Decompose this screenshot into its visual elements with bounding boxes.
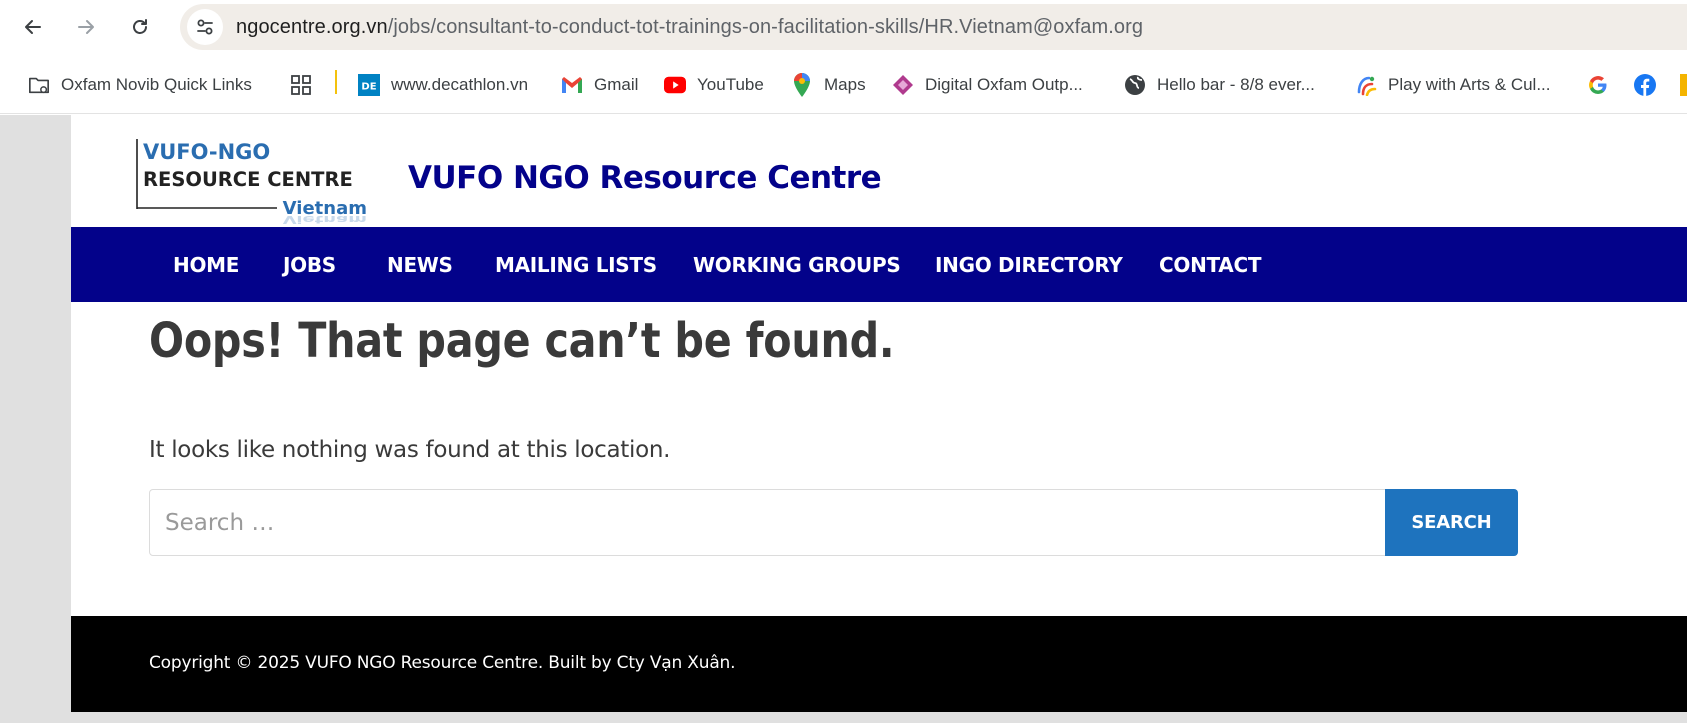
url-host: ngocentre.org.vn — [236, 15, 388, 38]
folder-icon — [28, 74, 50, 96]
arrow-right-icon — [78, 20, 94, 34]
reload-icon — [133, 19, 147, 34]
nav-home[interactable]: HOME — [173, 253, 239, 277]
bookmarks-bar: Oxfam Novib Quick Links DE www.decathlon… — [0, 57, 1687, 114]
not-found-message: It looks like nothing was found at this … — [149, 437, 671, 463]
bookmark-decathlon[interactable]: DE www.decathlon.vn — [358, 70, 528, 100]
site-footer: Copyright © 2025 VUFO NGO Resource Centr… — [71, 616, 1687, 712]
svg-text:DE: DE — [361, 82, 376, 93]
main-navigation: HOME JOBS NEWS MAILING LISTS WORKING GRO… — [71, 227, 1687, 302]
search-button[interactable]: SEARCH — [1385, 489, 1518, 556]
power-apps-icon — [892, 74, 914, 96]
bookmark-hello-bar[interactable]: Hello bar - 8/8 ever... — [1124, 70, 1315, 100]
google-icon — [1587, 74, 1609, 96]
bookmark-apps[interactable] — [290, 70, 323, 100]
bookmark-arts-culture[interactable]: Play with Arts & Cul... — [1355, 70, 1551, 100]
bookmark-label: www.decathlon.vn — [391, 75, 529, 94]
maps-icon — [791, 73, 813, 97]
bookmark-label: Play with Arts & Cul... — [1388, 75, 1551, 94]
tune-icon — [197, 19, 213, 35]
url-path: /jobs/consultant-to-conduct-tot-training… — [387, 15, 1144, 38]
reload-button[interactable] — [121, 8, 159, 46]
bookmark-youtube[interactable]: YouTube — [664, 70, 764, 100]
logo-line-2: RESOURCE CENTRE — [143, 168, 353, 191]
nav-ingo-directory[interactable]: INGO DIRECTORY — [935, 253, 1123, 277]
bookmark-label: Oxfam Novib Quick Links — [61, 75, 252, 94]
bookmark-label: Maps — [824, 75, 866, 94]
copyright-text: Copyright © 2025 VUFO NGO Resource Centr… — [149, 653, 736, 673]
facebook-icon — [1634, 74, 1656, 96]
url-text[interactable]: ngocentre.org.vn/jobs/consultant-to-cond… — [236, 16, 1143, 39]
bookmarks-separator — [335, 70, 337, 94]
bookmark-digital-oxfam[interactable]: Digital Oxfam Outp... — [892, 70, 1083, 100]
nav-jobs[interactable]: JOBS — [283, 253, 336, 277]
bookmark-facebook[interactable] — [1634, 70, 1667, 100]
decathlon-icon: DE — [358, 74, 380, 96]
bookmark-label: Digital Oxfam Outp... — [925, 75, 1083, 94]
bookmark-label: YouTube — [697, 75, 764, 94]
bookmark-google[interactable] — [1587, 70, 1620, 100]
nav-working-groups[interactable]: WORKING GROUPS — [693, 253, 901, 277]
site-title[interactable]: VUFO NGO Resource Centre — [408, 160, 882, 196]
site-logo[interactable]: VUFO-NGO RESOURCE CENTRE Vietnam Vietnam — [135, 131, 395, 226]
search-input[interactable] — [149, 489, 1389, 556]
folder-icon — [1680, 74, 1687, 96]
bookmark-label: Hello bar - 8/8 ever... — [1157, 75, 1315, 94]
nav-news[interactable]: NEWS — [387, 253, 453, 277]
bookmark-label: Gmail — [594, 75, 639, 94]
browser-toolbar: ngocentre.org.vn/jobs/consultant-to-cond… — [0, 0, 1687, 57]
arts-culture-icon — [1355, 74, 1377, 96]
globe-icon — [1124, 74, 1146, 96]
back-button[interactable] — [14, 8, 52, 46]
address-bar[interactable]: ngocentre.org.vn/jobs/consultant-to-cond… — [180, 4, 1687, 50]
youtube-icon — [664, 74, 686, 96]
bookmark-maps[interactable]: Maps — [791, 70, 866, 100]
page-viewport: VUFO-NGO RESOURCE CENTRE Vietnam Vietnam… — [0, 115, 1687, 723]
arrow-left-icon — [25, 20, 41, 34]
bookmark-overflow-folder[interactable] — [1680, 70, 1687, 100]
page-title: Oops! That page can’t be found. — [149, 313, 895, 369]
gmail-icon — [561, 74, 583, 96]
logo-line-1: VUFO-NGO — [143, 140, 270, 164]
logo-reflection: Vietnam — [283, 213, 367, 225]
bookmark-oxfam-novib-quick-links[interactable]: Oxfam Novib Quick Links — [28, 70, 252, 100]
page-container: VUFO-NGO RESOURCE CENTRE Vietnam Vietnam… — [71, 115, 1687, 712]
forward-button[interactable] — [67, 8, 105, 46]
bookmark-gmail[interactable]: Gmail — [561, 70, 638, 100]
nav-mailing-lists[interactable]: MAILING LISTS — [495, 253, 657, 277]
apps-grid-icon — [290, 74, 312, 96]
nav-contact[interactable]: CONTACT — [1159, 253, 1262, 277]
site-info-button[interactable] — [187, 9, 223, 45]
